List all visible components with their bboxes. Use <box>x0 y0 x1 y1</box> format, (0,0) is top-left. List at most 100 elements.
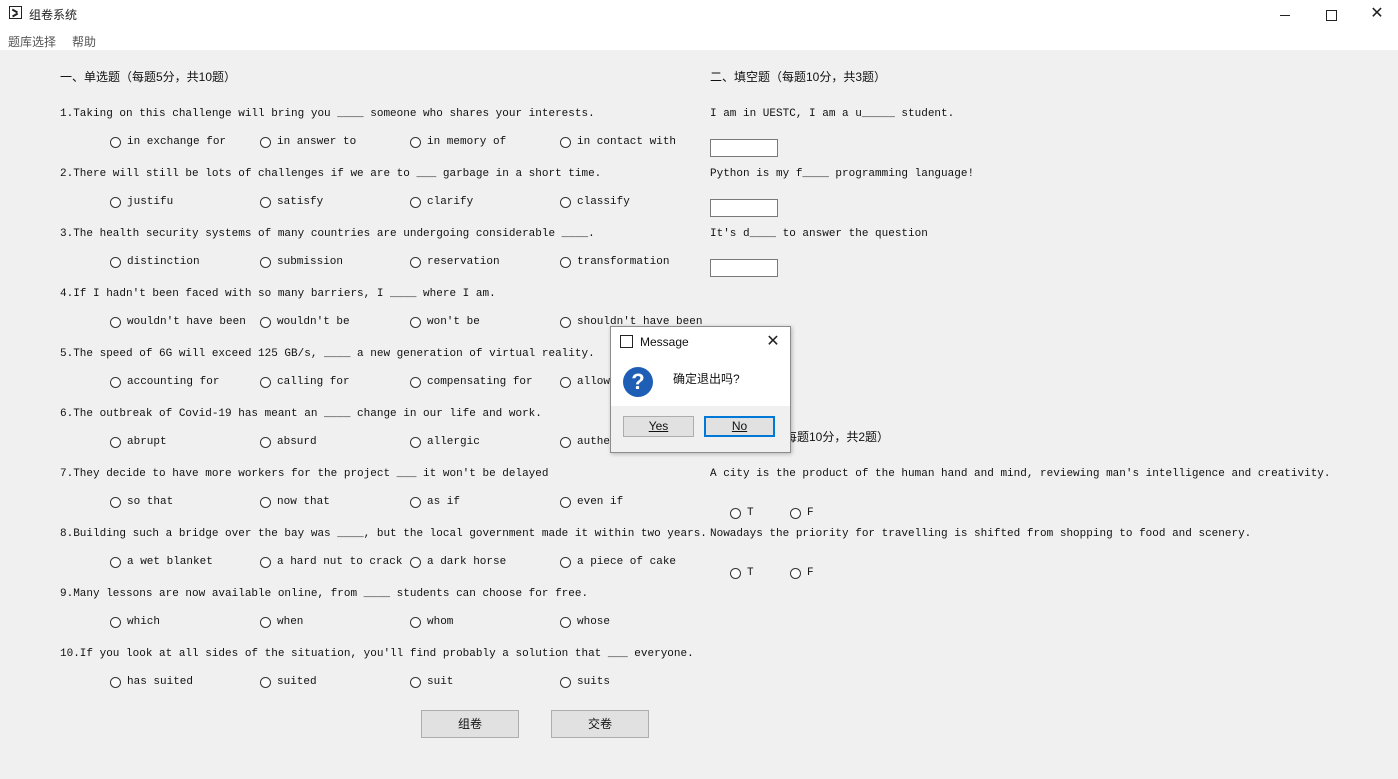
radio-icon[interactable] <box>560 136 571 148</box>
menu-help[interactable]: 帮助 <box>72 33 96 50</box>
option-radio[interactable]: submission <box>260 255 343 269</box>
option-radio[interactable]: suited <box>260 675 317 689</box>
option-radio[interactable]: whom <box>410 615 453 629</box>
radio-icon[interactable] <box>730 507 741 519</box>
option-radio[interactable]: classify <box>560 195 630 209</box>
option-radio[interactable]: calling for <box>260 375 350 389</box>
option-radio[interactable]: clarify <box>410 195 473 209</box>
option-radio[interactable]: wouldn't be <box>260 315 350 329</box>
radio-icon[interactable] <box>110 496 121 508</box>
option-radio[interactable]: justifu <box>110 195 173 209</box>
option-radio[interactable]: has suited <box>110 675 193 689</box>
option-radio[interactable]: which <box>110 615 160 629</box>
submit-button[interactable]: 交卷 <box>551 710 649 738</box>
radio-icon[interactable] <box>560 496 571 508</box>
option-radio[interactable]: suit <box>410 675 453 689</box>
radio-icon[interactable] <box>560 616 571 628</box>
radio-icon[interactable] <box>730 567 741 579</box>
radio-icon[interactable] <box>260 556 271 568</box>
radio-icon[interactable] <box>110 316 121 328</box>
radio-icon[interactable] <box>410 136 421 148</box>
radio-icon[interactable] <box>260 256 271 268</box>
radio-icon[interactable] <box>260 316 271 328</box>
option-radio[interactable]: distinction <box>110 255 200 269</box>
option-radio[interactable]: won't be <box>410 315 480 329</box>
radio-icon[interactable] <box>560 436 571 448</box>
option-radio[interactable]: even if <box>560 495 623 509</box>
option-radio[interactable]: reservation <box>410 255 500 269</box>
radio-icon[interactable] <box>560 676 571 688</box>
radio-icon[interactable] <box>260 496 271 508</box>
option-radio[interactable]: now that <box>260 495 330 509</box>
radio-icon[interactable] <box>260 136 271 148</box>
radio-icon[interactable] <box>560 256 571 268</box>
fill-answer-input[interactable] <box>710 139 778 157</box>
option-radio[interactable]: in memory of <box>410 135 506 149</box>
radio-icon[interactable] <box>560 196 571 208</box>
option-radio[interactable]: allow <box>560 375 610 389</box>
compose-button[interactable]: 组卷 <box>421 710 519 738</box>
option-radio[interactable]: abrupt <box>110 435 167 449</box>
radio-icon[interactable] <box>410 376 421 388</box>
maximize-button[interactable] <box>1308 0 1354 28</box>
radio-icon[interactable] <box>260 616 271 628</box>
option-radio[interactable]: accounting for <box>110 375 219 389</box>
radio-icon[interactable] <box>410 676 421 688</box>
menu-question-bank[interactable]: 题库选择 <box>8 33 56 50</box>
option-radio[interactable]: allergic <box>410 435 480 449</box>
radio-icon[interactable] <box>110 436 121 448</box>
radio-icon[interactable] <box>110 376 121 388</box>
option-radio[interactable]: so that <box>110 495 173 509</box>
tf-option-true[interactable]: T <box>730 506 754 520</box>
option-radio[interactable]: compensating for <box>410 375 533 389</box>
option-radio[interactable]: a piece of cake <box>560 555 676 569</box>
tf-option-false[interactable]: F <box>790 566 814 580</box>
option-radio[interactable]: as if <box>410 495 460 509</box>
radio-icon[interactable] <box>110 616 121 628</box>
radio-icon[interactable] <box>260 376 271 388</box>
radio-icon[interactable] <box>560 556 571 568</box>
yes-button[interactable]: Yes <box>623 416 694 437</box>
radio-icon[interactable] <box>410 316 421 328</box>
option-radio[interactable]: absurd <box>260 435 317 449</box>
radio-icon[interactable] <box>410 196 421 208</box>
option-radio[interactable]: when <box>260 615 303 629</box>
radio-icon[interactable] <box>260 436 271 448</box>
option-radio[interactable]: in contact with <box>560 135 676 149</box>
radio-icon[interactable] <box>410 436 421 448</box>
option-radio[interactable]: transformation <box>560 255 669 269</box>
option-radio[interactable]: whose <box>560 615 610 629</box>
fill-answer-input[interactable] <box>710 259 778 277</box>
radio-icon[interactable] <box>410 256 421 268</box>
radio-icon[interactable] <box>110 256 121 268</box>
radio-icon[interactable] <box>560 376 571 388</box>
option-radio[interactable]: a hard nut to crack <box>260 555 402 569</box>
fill-answer-input[interactable] <box>710 199 778 217</box>
radio-icon[interactable] <box>410 616 421 628</box>
radio-icon[interactable] <box>790 507 801 519</box>
radio-icon[interactable] <box>110 556 121 568</box>
radio-icon[interactable] <box>790 567 801 579</box>
radio-icon[interactable] <box>260 196 271 208</box>
option-radio[interactable]: wouldn't have been <box>110 315 246 329</box>
tf-option-false[interactable]: F <box>790 506 814 520</box>
radio-icon[interactable] <box>110 676 121 688</box>
option-radio[interactable]: a dark horse <box>410 555 506 569</box>
radio-icon[interactable] <box>110 196 121 208</box>
tf-option-true[interactable]: T <box>730 566 754 580</box>
option-radio[interactable]: in exchange for <box>110 135 226 149</box>
option-radio[interactable]: a wet blanket <box>110 555 213 569</box>
radio-icon[interactable] <box>110 136 121 148</box>
radio-icon[interactable] <box>560 316 571 328</box>
close-button[interactable]: ✕ <box>1354 0 1398 28</box>
radio-icon[interactable] <box>410 496 421 508</box>
option-radio[interactable]: auther <box>560 435 617 449</box>
radio-icon[interactable] <box>260 676 271 688</box>
dialog-close-button[interactable]: ✕ <box>762 331 784 353</box>
option-radio[interactable]: satisfy <box>260 195 323 209</box>
option-radio[interactable]: suits <box>560 675 610 689</box>
no-button[interactable]: No <box>704 416 775 437</box>
minimize-button[interactable] <box>1262 0 1308 28</box>
option-radio[interactable]: in answer to <box>260 135 356 149</box>
radio-icon[interactable] <box>410 556 421 568</box>
